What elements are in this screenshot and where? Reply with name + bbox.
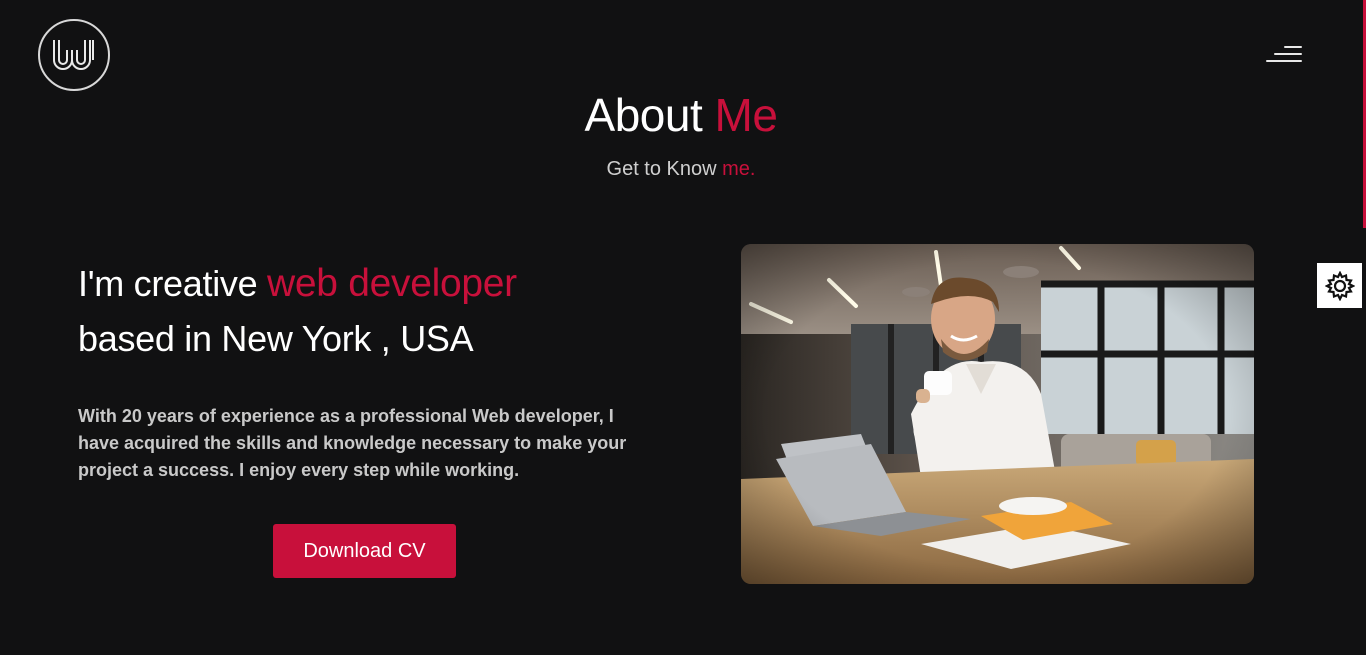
about-page: About Me Get to Know me. I'm creative we… <box>0 0 1366 655</box>
download-cv-button[interactable]: Download CV <box>273 524 456 578</box>
about-headline: I'm creative web developer based in New … <box>78 256 517 366</box>
menu-line <box>1284 46 1302 48</box>
menu-line <box>1274 53 1302 55</box>
title-main: About <box>584 89 703 141</box>
hamburger-menu-icon[interactable] <box>1262 42 1306 68</box>
settings-gear-button[interactable] <box>1317 263 1362 308</box>
w-monogram-logo-icon <box>53 40 94 70</box>
title-accent: Me <box>714 89 778 141</box>
page-subtitle: Get to Know me. <box>0 158 1362 181</box>
profile-photo <box>741 244 1254 584</box>
headline-location: based in New York , USA <box>78 318 474 359</box>
headline-accent: web developer <box>267 262 517 305</box>
subtitle-main: Get to Know <box>606 158 717 180</box>
office-photo-image <box>741 244 1254 584</box>
subtitle-accent: me. <box>722 158 756 180</box>
headline-main: I'm creative <box>78 263 258 304</box>
menu-line <box>1266 60 1302 62</box>
gear-icon <box>1324 270 1355 301</box>
page-title: About Me <box>0 88 1362 142</box>
site-logo[interactable] <box>38 19 110 91</box>
about-bio: With 20 years of experience as a profess… <box>78 406 627 480</box>
